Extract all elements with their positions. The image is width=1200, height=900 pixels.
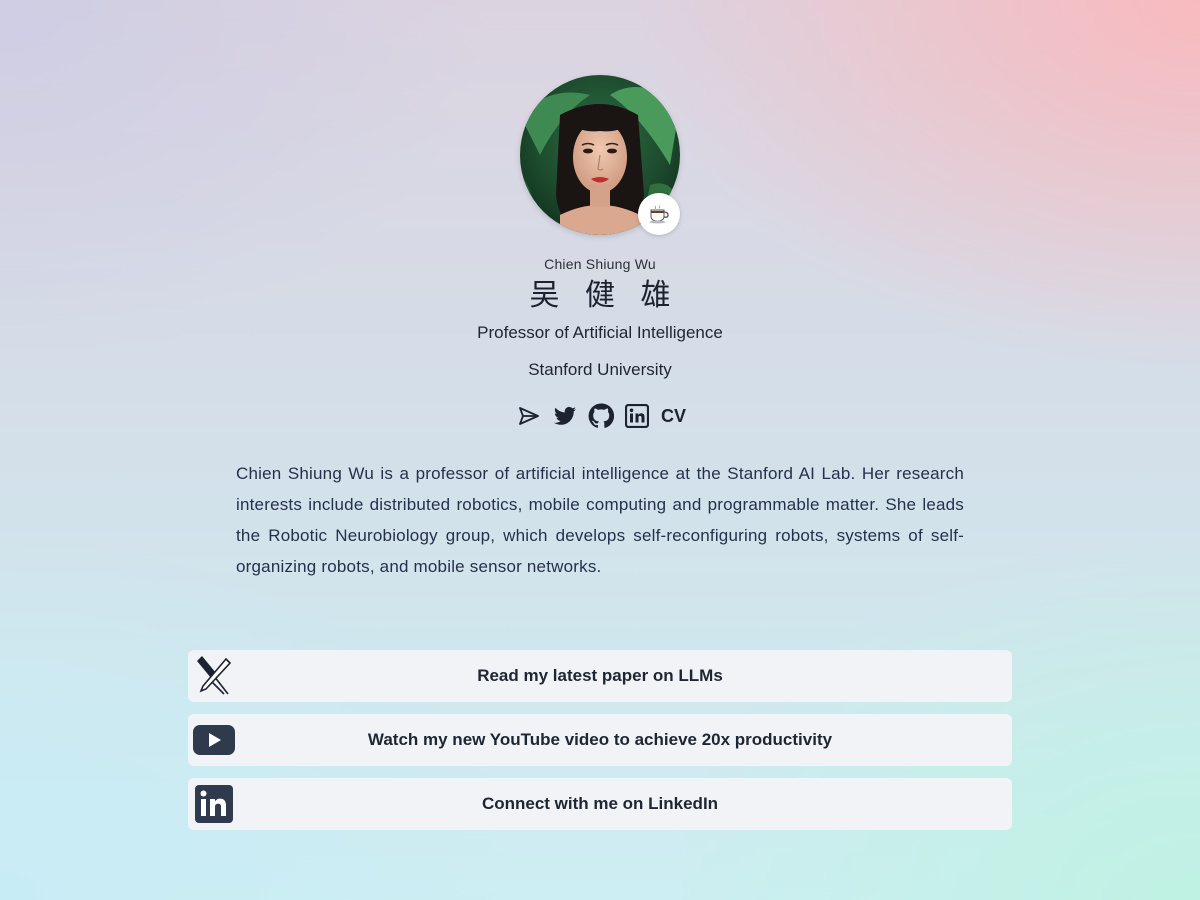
link-list: Read my latest paper on LLMs Watch my ne… — [189, 651, 1011, 843]
link-label: Connect with me on LinkedIn — [481, 794, 719, 813]
coffee-icon — [638, 193, 680, 235]
job-title: Professor of Artificial Intelligence — [477, 323, 723, 342]
link-label: Read my latest paper on LLMs — [477, 666, 723, 685]
linkedin-icon — [193, 783, 235, 825]
link-card-linkedin[interactable]: Connect with me on LinkedIn — [189, 779, 1011, 829]
link-card-paper[interactable]: Read my latest paper on LLMs — [189, 651, 1011, 701]
name-chinese: 吴 健 雄 — [529, 278, 679, 313]
cv-link[interactable]: CV — [661, 406, 686, 427]
bio-text: Chien Shiung Wu is a professor of artifi… — [236, 464, 964, 576]
social-links: CV — [516, 402, 686, 430]
youtube-icon — [193, 719, 235, 761]
link-card-youtube[interactable]: Watch my new YouTube video to achieve 20… — [189, 715, 1011, 765]
avatar-container — [520, 75, 680, 235]
github-icon[interactable] — [588, 403, 614, 429]
linkedin-icon[interactable] — [624, 403, 650, 429]
twitter-icon[interactable] — [552, 403, 578, 429]
link-label: Watch my new YouTube video to achieve 20… — [367, 730, 833, 749]
pen-tool-icon — [193, 655, 235, 697]
send-icon[interactable] — [516, 403, 542, 429]
affiliation: Stanford University — [528, 360, 672, 379]
